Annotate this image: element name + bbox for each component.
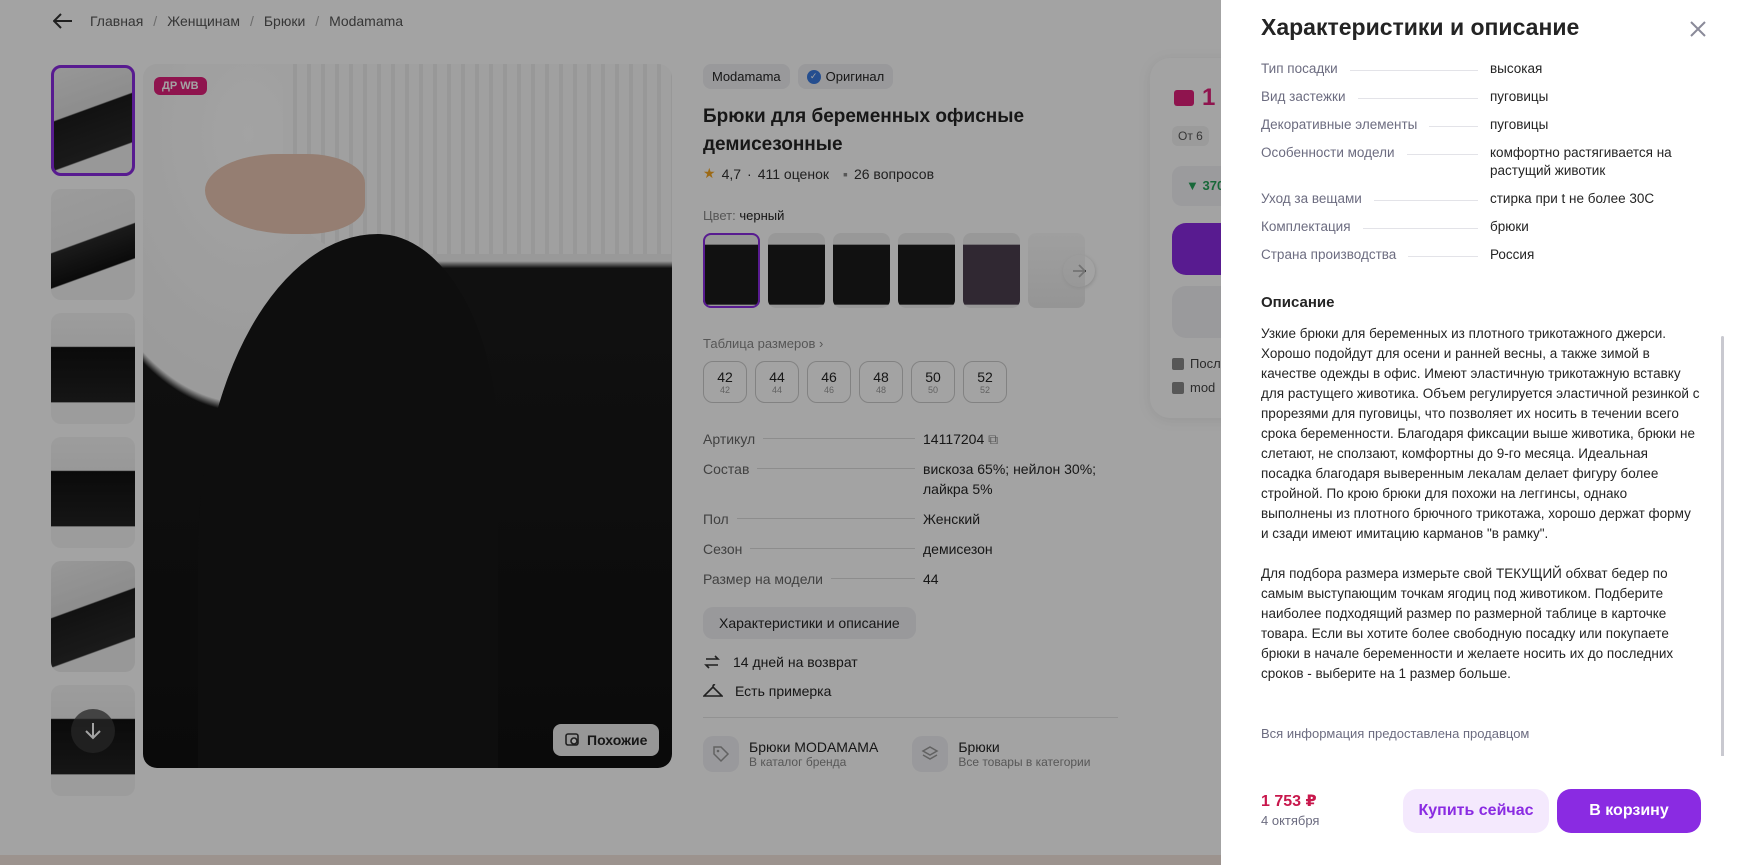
panel-price: 1 753 ₽ bbox=[1261, 793, 1317, 810]
panel-spec-key: Комплектация bbox=[1261, 219, 1351, 234]
description-text: Узкие брюки для беременных из плотного т… bbox=[1261, 326, 1700, 681]
panel-spec-key: Страна производства bbox=[1261, 247, 1397, 262]
close-button[interactable] bbox=[1685, 16, 1711, 42]
buy-now-button[interactable]: Купить сейчас bbox=[1403, 789, 1549, 833]
panel-spec-value: пуговицы bbox=[1490, 89, 1549, 104]
panel-spec-row: Уход за вещами стирка при t не более 30С bbox=[1261, 190, 1701, 208]
panel-spec-key: Уход за вещами bbox=[1261, 191, 1362, 206]
panel-spec-value: стирка при t не более 30С bbox=[1490, 191, 1655, 206]
panel-spec-row: Тип посадки высокая bbox=[1261, 60, 1701, 78]
panel-spec-value: комфортно растягивается на растущий живо… bbox=[1490, 145, 1672, 178]
panel-purchase-bar: 1 753 ₽ 4 октября Купить сейчас В корзин… bbox=[1221, 765, 1739, 865]
panel-spec-value: пуговицы bbox=[1490, 117, 1549, 132]
panel-title: Характеристики и описание bbox=[1261, 14, 1580, 40]
panel-scrollbar[interactable] bbox=[1721, 336, 1724, 756]
add-to-cart-button[interactable]: В корзину bbox=[1557, 789, 1701, 833]
delivery-date: 4 октября bbox=[1261, 813, 1320, 828]
panel-spec-row: Страна производства Россия bbox=[1261, 246, 1701, 264]
panel-spec-row: Декоративные элементы пуговицы bbox=[1261, 116, 1701, 134]
panel-spec-key: Вид застежки bbox=[1261, 89, 1346, 104]
panel-spec-value: Россия bbox=[1490, 247, 1535, 262]
panel-content[interactable]: Тип посадки высокая Вид застежки пуговицы … bbox=[1221, 56, 1739, 756]
panel-spec-row: Комплектация брюки bbox=[1261, 218, 1701, 236]
close-icon bbox=[1690, 21, 1706, 37]
panel-spec-row: Особенности модели комфортно растягиваетс… bbox=[1261, 144, 1701, 180]
seller-info-note: Вся информация предоставлена продавцом bbox=[1261, 726, 1530, 741]
panel-spec-row: Вид застежки пуговицы bbox=[1261, 88, 1701, 106]
panel-spec-key: Тип посадки bbox=[1261, 61, 1338, 76]
panel-spec-key: Декоративные элементы bbox=[1261, 117, 1418, 132]
panel-spec-key: Особенности модели bbox=[1261, 145, 1395, 160]
panel-spec-value: высокая bbox=[1490, 61, 1543, 76]
panel-spec-value: брюки bbox=[1490, 219, 1529, 234]
panel-specs: Тип посадки высокая Вид застежки пуговицы … bbox=[1261, 60, 1701, 274]
characteristics-panel: Характеристики и описание Тип посадки выс… bbox=[1221, 0, 1739, 865]
description-title: Описание bbox=[1261, 294, 1335, 311]
